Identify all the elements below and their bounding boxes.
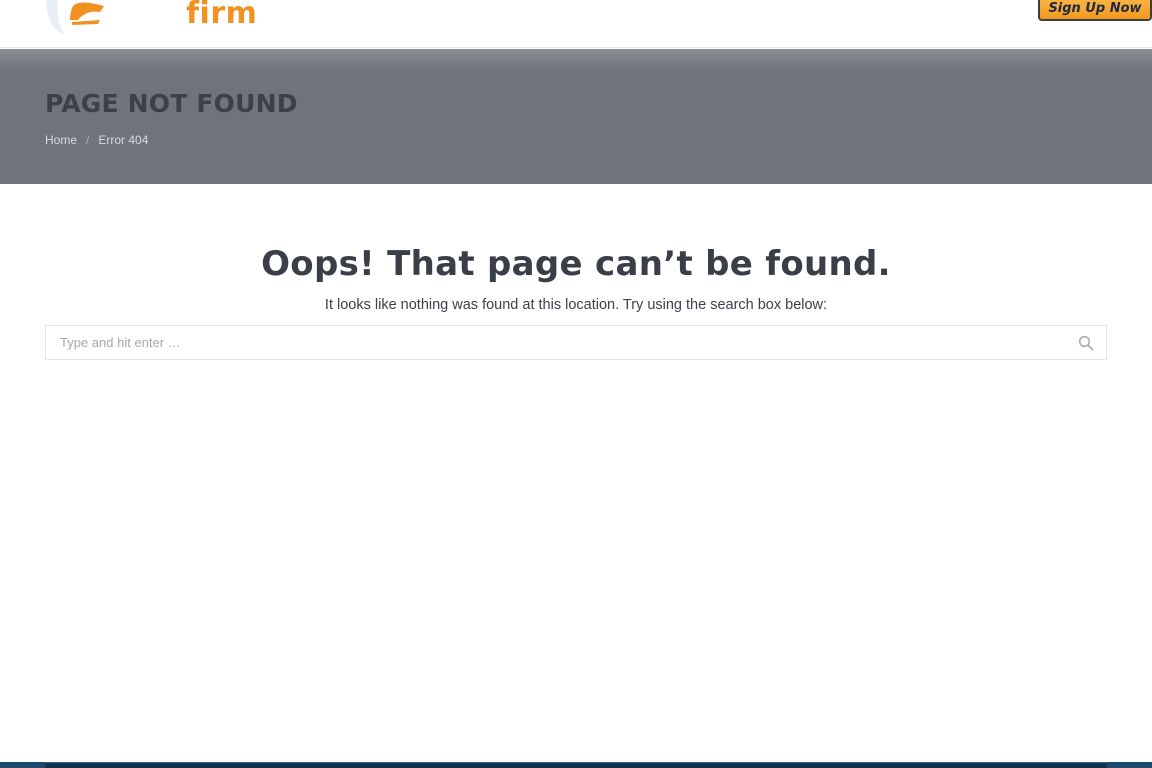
footer-inner-bar (45, 762, 1107, 768)
site-header: firm Sign Up Now (0, 0, 1152, 48)
footer-strip (0, 762, 1152, 768)
banner-shade (0, 49, 1152, 71)
search-form (45, 325, 1107, 360)
breadcrumb-separator: / (86, 133, 90, 147)
site-logo[interactable]: firm (42, 0, 292, 48)
breadcrumb: Home / Error 404 (45, 133, 148, 147)
page-title-banner: PAGE NOT FOUND Home / Error 404 (0, 49, 1152, 184)
page-title: PAGE NOT FOUND (45, 89, 298, 118)
not-found-message: It looks like nothing was found at this … (324, 297, 828, 313)
breadcrumb-current: Error 404 (98, 133, 149, 147)
logo-text: firm (186, 0, 258, 31)
breadcrumb-home-link[interactable]: Home (45, 133, 77, 147)
not-found-heading: Oops! That page can’t be found. (261, 244, 891, 284)
search-input[interactable] (46, 326, 1066, 359)
sign-up-button[interactable]: Sign Up Now (1038, 0, 1152, 21)
logo-swoosh-icon (46, 0, 104, 34)
search-icon[interactable] (1078, 335, 1094, 351)
